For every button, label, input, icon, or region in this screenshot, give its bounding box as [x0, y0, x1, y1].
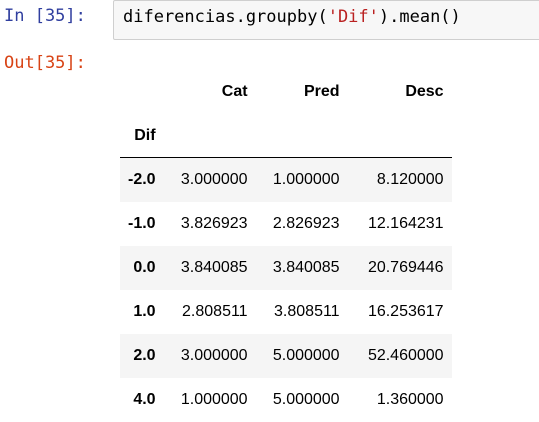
input-prompt: In [35]: [4, 6, 86, 26]
corner-cell [120, 70, 164, 114]
row-index: 1.0 [133, 303, 156, 320]
table-row: -1.0 3.826923 2.826923 12.164231 [120, 202, 452, 246]
table-row: 0.0 3.840085 3.840085 20.769446 [120, 246, 452, 290]
table-row: 2.0 3.000000 5.000000 52.460000 [120, 334, 452, 378]
cell-cat: 1.000000 [180, 391, 248, 408]
table-row: 4.0 1.000000 5.000000 1.360000 [120, 378, 452, 422]
index-name-row: Dif [120, 114, 452, 158]
column-header-cat: Cat [221, 83, 248, 100]
code-string-literal: 'Dif' [327, 7, 379, 27]
cell-cat: 3.840085 [180, 259, 248, 276]
cell-cat: 3.826923 [180, 215, 248, 232]
cell-cat: 3.000000 [180, 347, 248, 364]
row-index: 4.0 [133, 391, 156, 408]
cell-pred: 1.000000 [272, 171, 340, 188]
cell-pred: 5.000000 [272, 391, 340, 408]
row-index: -2.0 [128, 171, 156, 188]
code-call: diferencias.groupby( [123, 7, 328, 27]
table-row: 1.0 2.808511 3.808511 16.253617 [120, 290, 452, 334]
cell-cat: 2.808511 [182, 303, 248, 320]
code-call-end: ).mean() [378, 7, 461, 27]
column-header-row: Cat Pred Desc [120, 70, 452, 114]
table-row: -2.0 3.000000 1.000000 8.120000 [120, 157, 452, 202]
cell-desc: 12.164231 [367, 215, 444, 232]
cell-cat: 3.000000 [180, 171, 248, 188]
index-name: Dif [120, 114, 164, 158]
cell-desc: 1.360000 [376, 391, 444, 408]
cell-pred: 5.000000 [272, 347, 340, 364]
row-index: 2.0 [133, 347, 156, 364]
row-index: -1.0 [128, 215, 156, 232]
cell-desc: 20.769446 [367, 259, 444, 276]
dataframe-table: Cat Pred Desc Dif -2.0 3.000000 1.000000… [120, 70, 452, 422]
cell-pred: 3.808511 [274, 303, 340, 320]
row-index: 0.0 [133, 259, 156, 276]
output-prompt: Out[35]: [4, 53, 86, 73]
cell-desc: 8.120000 [376, 171, 444, 188]
column-header-pred: Pred [304, 83, 340, 100]
code-cell-editor[interactable]: diferencias.groupby('Dif').mean() [113, 0, 539, 40]
cell-desc: 16.253617 [367, 303, 444, 320]
code-text: diferencias.groupby('Dif').mean() [123, 7, 461, 27]
column-header-desc: Desc [405, 83, 444, 100]
cell-pred: 2.826923 [272, 215, 340, 232]
cell-desc: 52.460000 [367, 347, 444, 364]
cell-pred: 3.840085 [272, 259, 340, 276]
